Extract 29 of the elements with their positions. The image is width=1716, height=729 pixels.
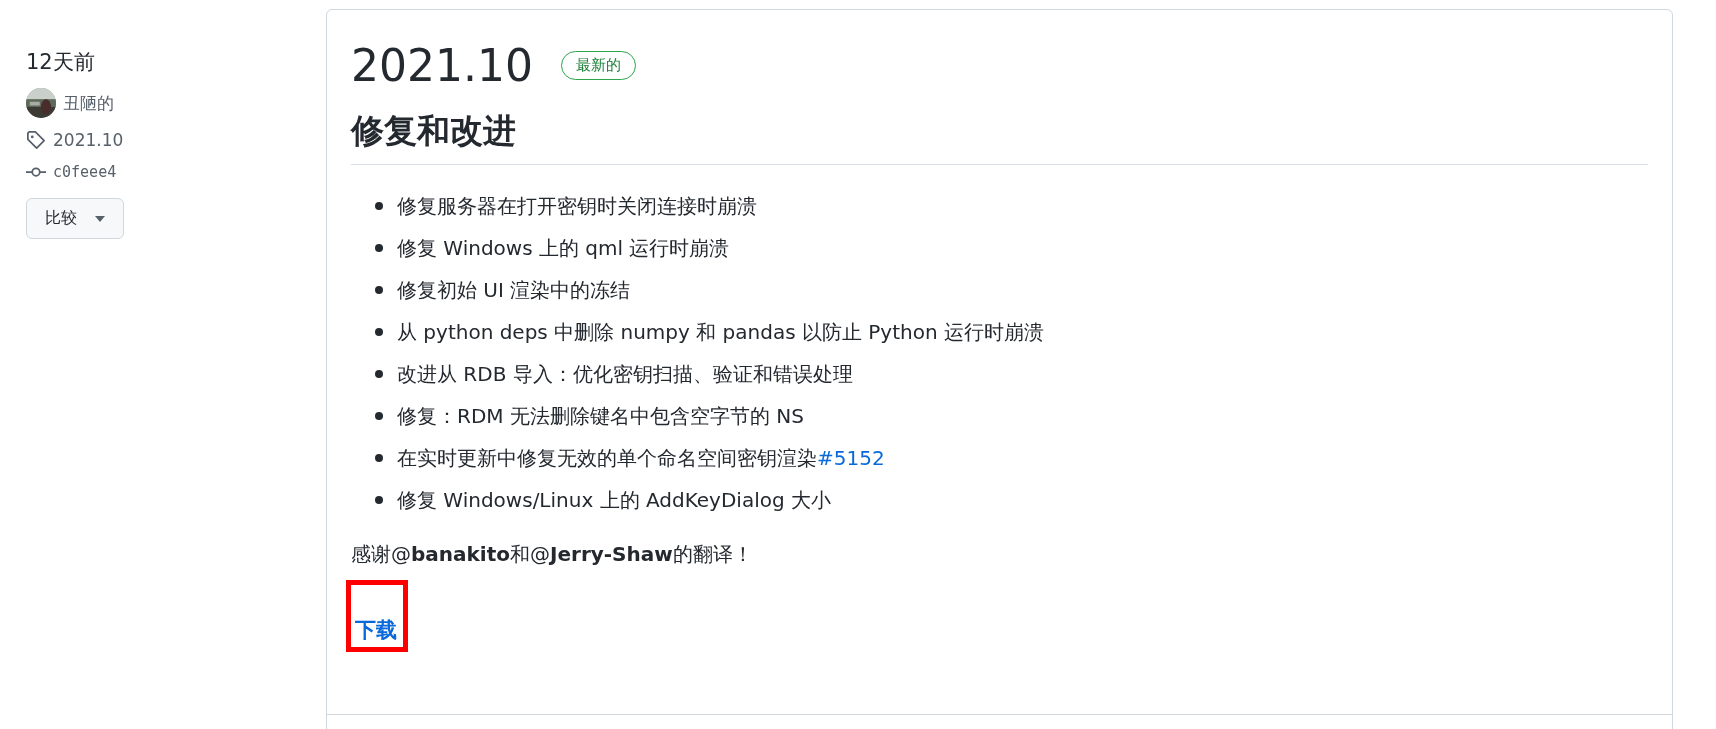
- commit-link[interactable]: c0feee4: [53, 163, 117, 181]
- highlight-frame: [346, 580, 408, 652]
- tag-link[interactable]: 2021.10: [53, 130, 124, 150]
- bullet-icon: [375, 496, 383, 504]
- list-item-text: 修复初始 UI 渲染中的冻结: [397, 276, 631, 304]
- list-item-text: 在实时更新中修复无效的单个命名空间密钥渲染#5152: [397, 444, 885, 472]
- bullet-icon: [375, 244, 383, 252]
- list-item-text: 修复：RDM 无法删除键名中包含空字节的 NS: [397, 402, 804, 430]
- list-item-text: 修复 Windows/Linux 上的 AddKeyDialog 大小: [397, 486, 831, 514]
- bullet-icon: [375, 454, 383, 462]
- list-item-text: 从 python deps 中删除 numpy 和 pandas 以防止 Python 运行时崩溃: [397, 318, 1044, 346]
- release-time: 12天前: [26, 49, 95, 76]
- compare-button[interactable]: 比较: [26, 198, 124, 239]
- list-item-text: 修复 Windows 上的 qml 运行时崩溃: [397, 234, 730, 262]
- bullet-icon: [375, 328, 383, 336]
- author-link[interactable]: 丑陋的: [63, 91, 114, 115]
- download-link[interactable]: 下载: [355, 618, 397, 642]
- list-item-text: 修复服务器在打开密钥时关闭连接时崩溃: [397, 192, 757, 220]
- section-heading: 修复和改进: [351, 109, 1648, 165]
- bullet-icon: [375, 286, 383, 294]
- caret-icon: [95, 215, 105, 222]
- bullet-icon: [375, 412, 383, 420]
- bullet-icon: [375, 202, 383, 210]
- list-item-text: 改进从 RDB 导入：优化密钥扫描、验证和错误处理: [397, 360, 853, 388]
- release-title: 2021.10: [351, 40, 533, 91]
- tag-icon: [26, 130, 46, 150]
- bullet-icon: [375, 370, 383, 378]
- thanks-text: 感谢@banakito和@Jerry-Shaw的翻译！: [351, 541, 754, 568]
- issue-link[interactable]: #5152: [817, 445, 885, 470]
